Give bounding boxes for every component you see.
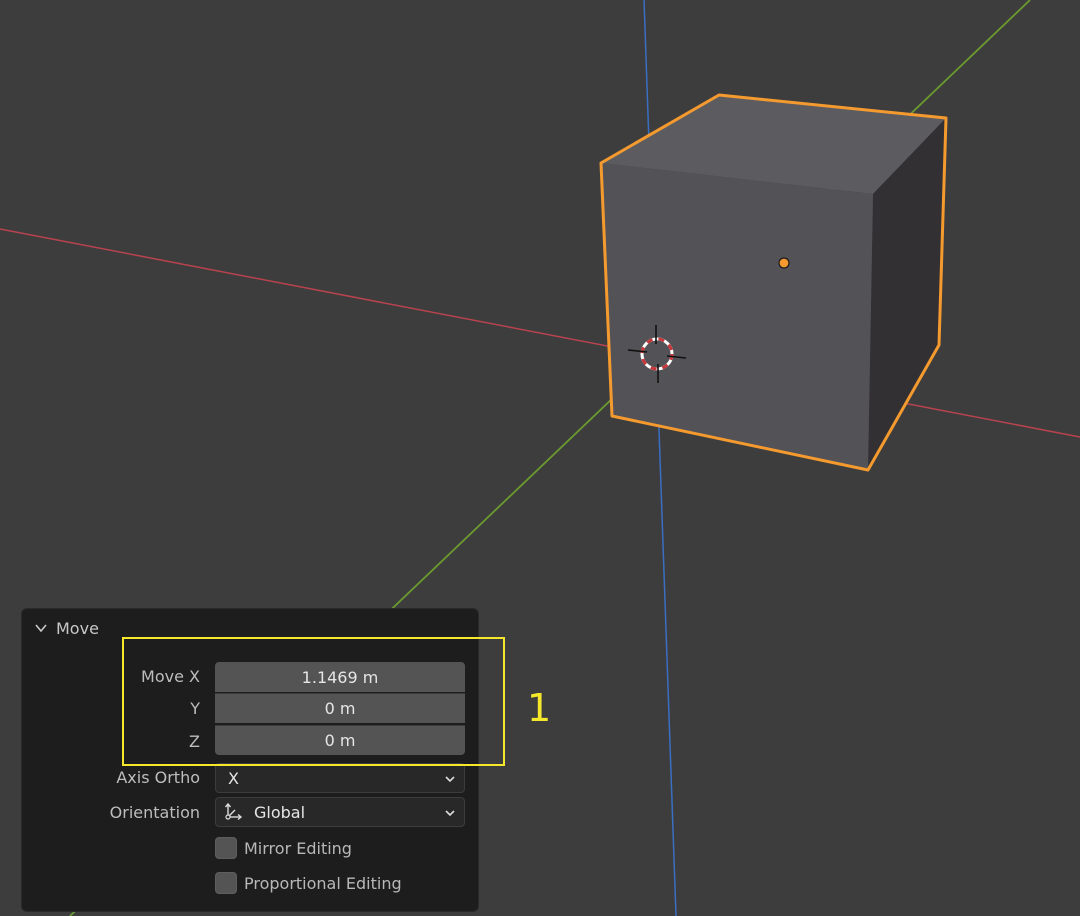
proportional-editing-checkbox[interactable]: Proportional Editing — [215, 872, 402, 894]
mirror-editing-checkbox[interactable]: Mirror Editing — [215, 837, 352, 859]
axis-ortho-label: Axis Ortho — [116, 768, 200, 787]
axis-ortho-value: X — [228, 768, 239, 788]
proportional-editing-label: Proportional Editing — [244, 873, 402, 893]
chevron-down-icon — [445, 810, 455, 817]
object-origin-dot — [778, 257, 790, 269]
orientation-dropdown[interactable]: Global — [215, 797, 465, 827]
cube-object[interactable] — [599, 93, 948, 472]
panel-title: Move — [56, 618, 99, 638]
chevron-down-icon — [35, 624, 47, 633]
checkbox-unchecked[interactable] — [215, 872, 237, 894]
annotation-highlight-box — [122, 637, 505, 766]
annotation-number: 1 — [527, 686, 552, 730]
chevron-down-icon — [445, 776, 455, 783]
checkbox-unchecked[interactable] — [215, 837, 237, 859]
axis-ortho-dropdown[interactable]: X — [215, 763, 465, 793]
orientation-value: Global — [254, 802, 306, 822]
orientation-label: Orientation — [109, 803, 200, 822]
mirror-editing-label: Mirror Editing — [244, 838, 352, 858]
orientation-global-icon — [224, 802, 243, 821]
